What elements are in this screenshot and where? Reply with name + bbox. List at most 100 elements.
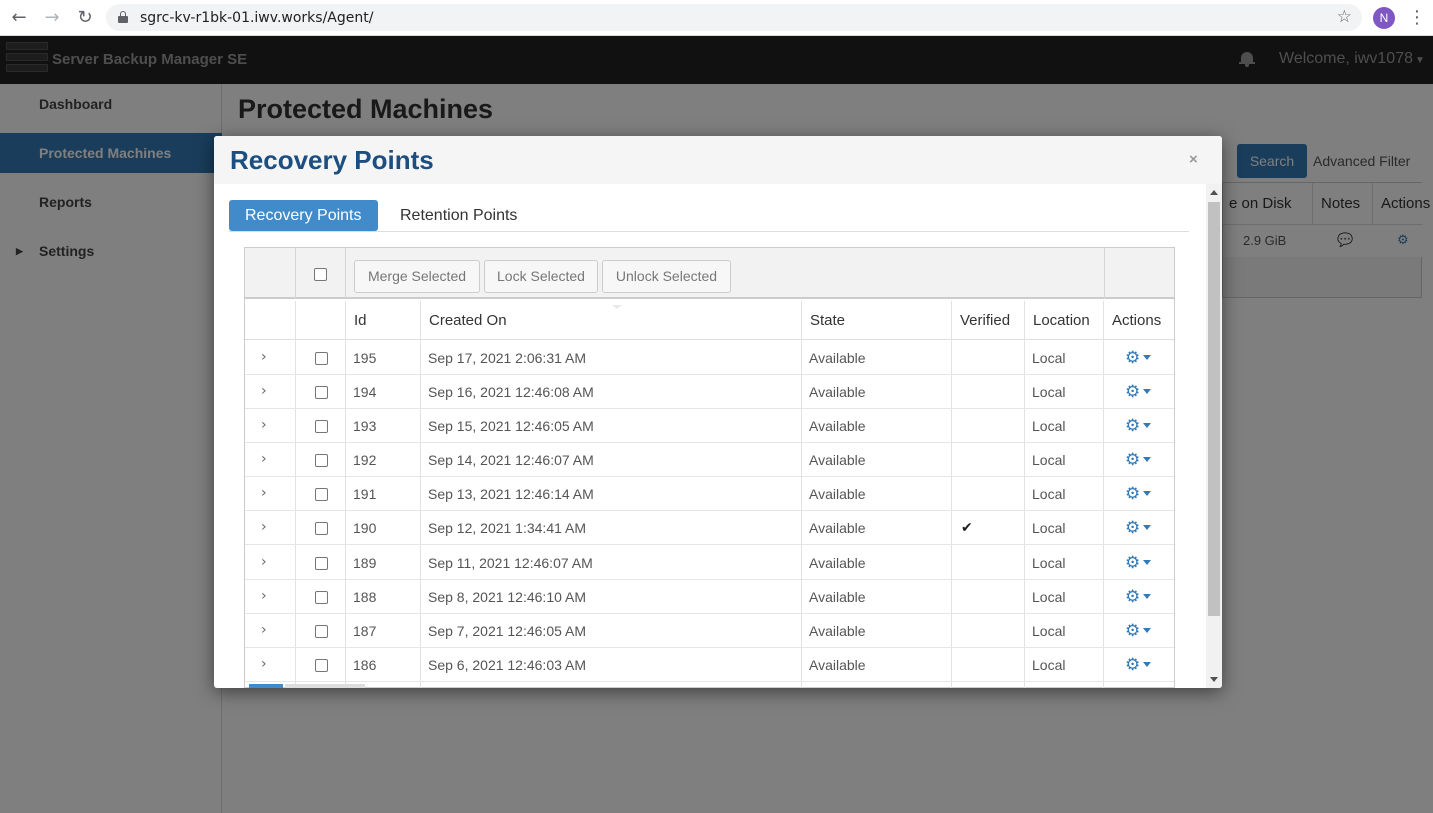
lock-icon bbox=[118, 11, 128, 23]
merge-selected-button[interactable]: Merge Selected bbox=[354, 260, 480, 293]
chevron-right-icon[interactable]: › bbox=[261, 614, 267, 646]
table-row: › 194 Sep 16, 2021 12:46:08 AM Available Loc… bbox=[245, 375, 1174, 409]
row-state: Available bbox=[809, 589, 866, 605]
scrollbar-thumb[interactable] bbox=[1208, 202, 1220, 616]
row-created-on: Sep 8, 2021 12:46:10 AM bbox=[428, 589, 587, 605]
row-state: Available bbox=[809, 452, 866, 468]
star-icon[interactable]: ☆ bbox=[1337, 7, 1352, 27]
caret-down-icon[interactable] bbox=[1143, 525, 1151, 530]
gear-icon[interactable]: ⚙ bbox=[1125, 443, 1140, 477]
row-state: Available bbox=[809, 520, 866, 536]
row-checkbox[interactable] bbox=[315, 454, 328, 467]
table-row: › 186 Sep 6, 2021 12:46:03 AM Available Loca… bbox=[245, 648, 1174, 682]
pager-active-page[interactable] bbox=[249, 684, 283, 688]
row-id: 188 bbox=[353, 589, 377, 605]
gear-icon[interactable]: ⚙ bbox=[1125, 546, 1140, 580]
recovery-points-grid: Merge Selected Lock Selected Unlock Sele… bbox=[244, 247, 1175, 688]
column-header-state[interactable]: State bbox=[802, 301, 952, 340]
chevron-right-icon[interactable]: › bbox=[261, 443, 267, 475]
row-location: Local bbox=[1032, 657, 1066, 673]
gear-icon[interactable]: ⚙ bbox=[1125, 341, 1140, 375]
chevron-right-icon[interactable]: › bbox=[261, 375, 267, 407]
row-checkbox[interactable] bbox=[315, 420, 328, 433]
row-created-on: Sep 13, 2021 12:46:14 AM bbox=[428, 486, 594, 502]
chevron-right-icon[interactable]: › bbox=[261, 511, 267, 543]
pager-pages[interactable] bbox=[285, 684, 365, 688]
kebab-menu-icon[interactable]: ⋮ bbox=[1408, 6, 1426, 30]
caret-down-icon[interactable] bbox=[1143, 662, 1151, 667]
row-created-on: Sep 7, 2021 12:46:05 AM bbox=[428, 623, 587, 639]
column-header-location[interactable]: Location bbox=[1025, 301, 1104, 340]
caret-down-icon[interactable] bbox=[1143, 389, 1151, 394]
caret-down-icon[interactable] bbox=[1143, 560, 1151, 565]
column-header-id[interactable]: Id bbox=[346, 301, 421, 340]
lock-selected-button[interactable]: Lock Selected bbox=[484, 260, 598, 293]
row-checkbox[interactable] bbox=[315, 522, 328, 535]
row-id: 192 bbox=[353, 452, 377, 468]
table-row: › 195 Sep 17, 2021 2:06:31 AM Available Loca… bbox=[245, 341, 1174, 375]
caret-down-icon[interactable] bbox=[1143, 628, 1151, 633]
row-state: Available bbox=[809, 555, 866, 571]
chevron-right-icon[interactable]: › bbox=[261, 546, 267, 578]
row-location: Local bbox=[1032, 589, 1066, 605]
gear-icon[interactable]: ⚙ bbox=[1125, 580, 1140, 614]
row-state: Available bbox=[809, 350, 866, 366]
row-checkbox[interactable] bbox=[315, 386, 328, 399]
grid-toolbar: Merge Selected Lock Selected Unlock Sele… bbox=[245, 248, 1174, 299]
row-created-on: Sep 14, 2021 12:46:07 AM bbox=[428, 452, 594, 468]
chevron-right-icon[interactable]: › bbox=[261, 341, 267, 373]
column-header-verified[interactable]: Verified bbox=[952, 301, 1025, 340]
table-row: › 187 Sep 7, 2021 12:46:05 AM Available Loca… bbox=[245, 614, 1174, 648]
row-checkbox[interactable] bbox=[315, 591, 328, 604]
table-row: › 188 Sep 8, 2021 12:46:10 AM Available Loca… bbox=[245, 580, 1174, 614]
gear-icon[interactable]: ⚙ bbox=[1125, 477, 1140, 511]
row-id: 187 bbox=[353, 623, 377, 639]
caret-down-icon[interactable] bbox=[1143, 594, 1151, 599]
gear-icon[interactable]: ⚙ bbox=[1125, 375, 1140, 409]
row-checkbox[interactable] bbox=[315, 557, 328, 570]
gear-icon[interactable]: ⚙ bbox=[1125, 409, 1140, 443]
profile-avatar[interactable]: N bbox=[1373, 7, 1395, 29]
address-bar[interactable]: sgrc-kv-r1bk-01.iwv.works/Agent/ ☆ bbox=[106, 4, 1362, 31]
row-state: Available bbox=[809, 486, 866, 502]
scroll-up-icon[interactable] bbox=[1210, 190, 1218, 195]
gear-icon[interactable]: ⚙ bbox=[1125, 614, 1140, 648]
row-checkbox[interactable] bbox=[315, 352, 328, 365]
row-created-on: Sep 15, 2021 12:46:05 AM bbox=[428, 418, 594, 434]
row-created-on: Sep 11, 2021 12:46:07 AM bbox=[428, 555, 593, 571]
caret-down-icon[interactable] bbox=[1143, 491, 1151, 496]
chevron-right-icon[interactable]: › bbox=[261, 580, 267, 612]
table-row: › 192 Sep 14, 2021 12:46:07 AM Available Loc… bbox=[245, 443, 1174, 477]
forward-arrow-icon[interactable]: → bbox=[40, 6, 64, 30]
caret-down-icon[interactable] bbox=[1143, 355, 1151, 360]
row-id: 186 bbox=[353, 657, 377, 673]
chevron-right-icon[interactable]: › bbox=[261, 477, 267, 509]
chevron-right-icon[interactable]: › bbox=[261, 648, 267, 680]
row-id: 194 bbox=[353, 384, 377, 400]
caret-down-icon[interactable] bbox=[1143, 423, 1151, 428]
unlock-selected-button[interactable]: Unlock Selected bbox=[602, 260, 731, 293]
row-created-on: Sep 16, 2021 12:46:08 AM bbox=[428, 384, 594, 400]
tab-recovery-points[interactable]: Recovery Points bbox=[229, 200, 378, 231]
column-header-actions[interactable]: Actions bbox=[1104, 301, 1174, 340]
row-checkbox[interactable] bbox=[315, 488, 328, 501]
chevron-right-icon[interactable]: › bbox=[261, 409, 267, 441]
reload-icon[interactable]: ↻ bbox=[73, 6, 97, 30]
gear-icon[interactable]: ⚙ bbox=[1125, 511, 1140, 545]
table-row: › 190 Sep 12, 2021 1:34:41 AM Available ✔ Loc… bbox=[245, 511, 1174, 545]
gear-icon[interactable]: ⚙ bbox=[1125, 648, 1140, 682]
row-checkbox[interactable] bbox=[315, 659, 328, 672]
scroll-down-icon[interactable] bbox=[1210, 677, 1218, 682]
tab-retention-points[interactable]: Retention Points bbox=[384, 200, 533, 231]
row-created-on: Sep 6, 2021 12:46:03 AM bbox=[428, 657, 587, 673]
caret-down-icon[interactable] bbox=[1143, 457, 1151, 462]
sort-indicator-icon bbox=[612, 305, 622, 309]
browser-toolbar: ← → ↻ sgrc-kv-r1bk-01.iwv.works/Agent/ ☆… bbox=[0, 0, 1433, 36]
select-all-checkbox[interactable] bbox=[314, 268, 327, 281]
column-header-expand bbox=[245, 301, 296, 340]
close-icon[interactable]: × bbox=[1189, 151, 1198, 168]
row-state: Available bbox=[809, 418, 866, 434]
row-checkbox[interactable] bbox=[315, 625, 328, 638]
modal-scrollbar[interactable] bbox=[1206, 184, 1222, 688]
back-arrow-icon[interactable]: ← bbox=[7, 6, 31, 30]
